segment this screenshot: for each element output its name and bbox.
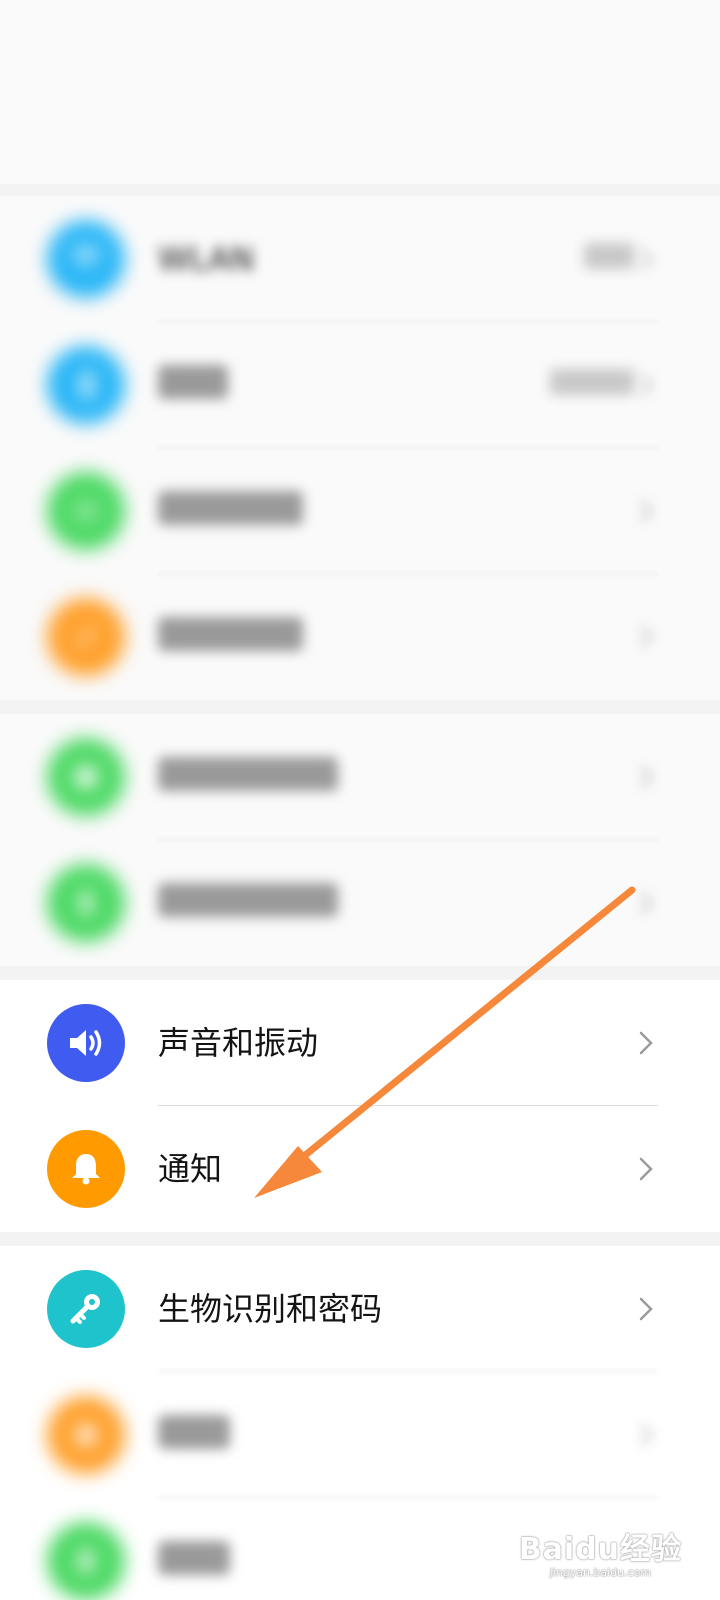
row-label bbox=[158, 757, 338, 791]
chevron-right-icon bbox=[639, 1031, 653, 1055]
home-screen-icon bbox=[47, 738, 125, 816]
row-label bbox=[158, 365, 228, 399]
row-label bbox=[158, 1415, 230, 1449]
speaker-icon bbox=[47, 1004, 125, 1082]
chevron-right-icon bbox=[640, 500, 653, 522]
watermark-url: jingyan.baidu.com bbox=[549, 1566, 652, 1579]
bluetooth-icon bbox=[47, 346, 125, 424]
apps-icon bbox=[47, 1396, 125, 1474]
mobile-network-icon bbox=[47, 472, 125, 550]
status-bar bbox=[0, 0, 720, 60]
settings-row-mobile-network[interactable] bbox=[0, 448, 720, 574]
settings-row-apps[interactable] bbox=[0, 1372, 720, 1498]
settings-row-sound-vibration[interactable]: 声音和振动 bbox=[0, 980, 720, 1106]
link-icon bbox=[47, 598, 125, 676]
chevron-right-icon bbox=[640, 374, 653, 396]
baidu-watermark: Baidu经验 jingyan.baidu.com bbox=[519, 1534, 682, 1580]
chevron-right-icon bbox=[640, 1424, 653, 1446]
chevron-right-icon bbox=[640, 248, 653, 270]
chevron-right-icon bbox=[640, 892, 653, 914]
settings-row-home-screen[interactable] bbox=[0, 714, 720, 840]
key-icon bbox=[47, 1270, 125, 1348]
settings-row-wlan[interactable]: WLAN bbox=[0, 196, 720, 322]
row-label bbox=[158, 883, 338, 917]
row-label bbox=[158, 491, 303, 525]
row-label bbox=[158, 617, 303, 651]
watermark-logo: Baidu经验 bbox=[518, 1532, 682, 1567]
page-header bbox=[0, 60, 720, 184]
battery-icon bbox=[47, 1522, 125, 1600]
chevron-right-icon bbox=[640, 626, 653, 648]
group-display bbox=[0, 714, 720, 966]
row-label: 生物识别和密码 bbox=[158, 1290, 383, 1328]
settings-screen: WLAN 声音和振动 通知 生物识别和密码 Baidu经验 jingyan.ba… bbox=[0, 0, 720, 1600]
row-label: WLAN bbox=[158, 240, 255, 278]
wifi-icon bbox=[47, 220, 125, 298]
settings-row-biometrics-password[interactable]: 生物识别和密码 bbox=[0, 1246, 720, 1372]
settings-row-notifications[interactable]: 通知 bbox=[0, 1106, 720, 1232]
row-value bbox=[584, 243, 634, 269]
chevron-right-icon bbox=[640, 766, 653, 788]
chevron-right-icon bbox=[639, 1297, 653, 1321]
row-value bbox=[550, 369, 634, 395]
row-label: 通知 bbox=[158, 1150, 223, 1188]
row-label: 声音和振动 bbox=[158, 1024, 319, 1062]
row-label bbox=[158, 1541, 230, 1575]
group-sound-notifications: 声音和振动 通知 bbox=[0, 980, 720, 1232]
settings-row-display[interactable] bbox=[0, 840, 720, 966]
group-connectivity: WLAN bbox=[0, 196, 720, 700]
settings-row-bluetooth[interactable] bbox=[0, 322, 720, 448]
bell-icon bbox=[47, 1130, 125, 1208]
chevron-right-icon bbox=[639, 1157, 653, 1181]
settings-row-more-connections[interactable] bbox=[0, 574, 720, 700]
display-icon bbox=[47, 864, 125, 942]
